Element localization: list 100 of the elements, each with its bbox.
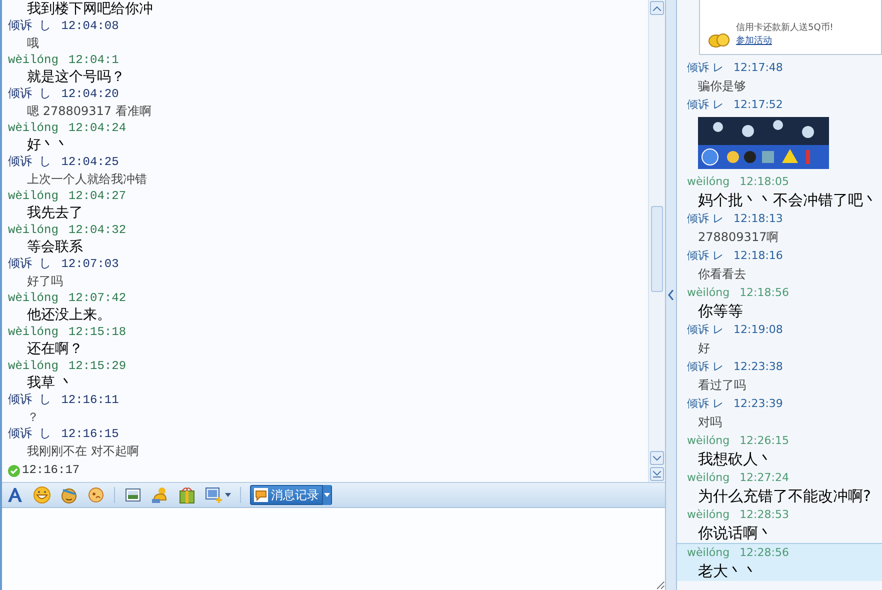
message-time: 12:18:56 (740, 285, 789, 301)
sender-name: 倾诉 し (8, 18, 52, 34)
message-time: 12:04:08 (61, 18, 119, 34)
message-time: 12:07:03 (61, 256, 119, 272)
chat-message[interactable]: 倾诉 レ 12:17:52 (677, 96, 882, 173)
message-text: 妈个批丶丶不会冲错了吧丶 (698, 191, 878, 209)
ad-text: 信用卡还款新人送5Q币! (736, 22, 834, 35)
sender-name: 倾诉 レ (687, 359, 724, 375)
sender-name: 倾诉 レ (687, 97, 724, 113)
sender-name: 倾诉 レ (687, 60, 724, 76)
message-time: 12:23:39 (734, 396, 783, 412)
scroll-down-button[interactable] (650, 451, 664, 465)
sender-name: 倾诉 レ (687, 396, 724, 412)
message-history-button[interactable]: 消息记录 (250, 485, 332, 505)
message-text: 我草 丶 (27, 375, 74, 391)
speech-bubble-icon (254, 488, 268, 502)
sender-name: wèilóng (8, 358, 58, 374)
join-activity-link[interactable]: 参加活动 (736, 35, 834, 48)
sender-name: wèilóng (8, 120, 58, 136)
sender-name: wèilóng (687, 507, 730, 523)
font-icon[interactable] (6, 486, 24, 504)
face-icon[interactable] (87, 486, 105, 504)
picture-icon[interactable] (124, 486, 142, 504)
status-time: 12:16:17 (22, 463, 80, 478)
message-text: 等会联系 (27, 239, 83, 255)
message-text: 老大丶丶 (698, 562, 758, 580)
message-time: 12:04:1 (68, 52, 119, 68)
sender-name: 倾诉 し (8, 86, 52, 102)
chat-message[interactable]: wèilóng 12:28:56 老大丶丶 (677, 543, 882, 581)
message-text: 嗯 278809317 看准啊 (27, 104, 152, 118)
message-text: 他还没上来。 (27, 307, 111, 323)
message-time: 12:18:05 (740, 174, 789, 190)
sender-name: wèilóng (687, 545, 730, 561)
chat-message[interactable]: wèilóng 12:18:56 你等等 (677, 284, 882, 321)
dropdown-icon[interactable] (225, 493, 231, 497)
message-input-field[interactable] (2, 508, 665, 590)
sender-name: wèilóng (8, 188, 58, 204)
chat-message[interactable]: wèilóng 12:27:24 为什么充错了不能改冲啊? (677, 469, 882, 506)
chat-message[interactable]: 倾诉 レ 12:18:16 你看看去 (677, 247, 882, 284)
message-text: 上次一个人就给我冲错 (27, 172, 147, 186)
message-text: 为什么充错了不能改冲啊? (698, 487, 871, 505)
message-text: 就是这个号吗？ (27, 69, 125, 85)
message-time: 12:04:24 (68, 120, 126, 136)
chat-message[interactable]: wèilóng 12:18:05 妈个批丶丶不会冲错了吧丶 (677, 173, 882, 210)
message-time: 12:28:53 (740, 507, 789, 523)
magic-face-icon[interactable] (60, 486, 78, 504)
message-time: 12:16:15 (61, 426, 119, 442)
message-time: 12:15:29 (68, 358, 126, 374)
message-time: 12:26:15 (740, 433, 789, 449)
chevron-down-icon (653, 456, 661, 460)
sender-name: wèilóng (8, 52, 58, 68)
chat-message[interactable]: wèilóng 12:28:53 你说话啊丶 (677, 506, 882, 543)
message-text: 好丶丶 (27, 137, 69, 153)
chat-message[interactable]: 倾诉 レ 12:18:13 278809317啊 (677, 210, 882, 247)
scroll-to-bottom-icon (653, 470, 661, 478)
message-time: 12:04:25 (61, 154, 119, 170)
screen-capture-icon[interactable] (205, 486, 223, 504)
message-time: 12:28:56 (740, 545, 789, 561)
chat-message[interactable]: wèilóng 12:26:15 我想砍人丶 (677, 432, 882, 469)
chat-message[interactable]: 倾诉 レ 12:23:39 对吗 (677, 395, 882, 432)
sender-name: wèilóng (8, 324, 58, 340)
message-text: 骗你是够 (698, 79, 746, 93)
sender-name: wèilóng (687, 470, 730, 486)
message-time: 12:16:11 (61, 392, 119, 408)
sender-name: 倾诉 レ (687, 248, 724, 264)
smiley-icon[interactable] (33, 486, 51, 504)
sender-name: 倾诉 し (8, 154, 52, 170)
message-time: 12:07:42 (68, 290, 126, 306)
chevron-up-icon (653, 6, 661, 10)
sender-name: wèilóng (687, 433, 730, 449)
chat-message[interactable]: 倾诉 レ 12:19:08 好 (677, 321, 882, 358)
message-time: 12:27:24 (740, 470, 789, 486)
gift-icon[interactable] (178, 486, 196, 504)
message-text: 哦 (27, 36, 39, 50)
message-time: 12:18:13 (734, 211, 783, 227)
scrollbar-thumb[interactable] (651, 206, 663, 292)
message-text: 好 (698, 341, 710, 355)
message-time: 12:04:32 (68, 222, 126, 238)
message-time: 12:19:08 (734, 322, 783, 338)
scroll-bottom-button[interactable] (650, 467, 664, 481)
message-text: 你等等 (698, 302, 743, 320)
sender-name: wèilóng (687, 174, 730, 190)
message-text: 我到楼下网吧给你冲 (27, 1, 153, 17)
scroll-up-button[interactable] (650, 1, 664, 15)
sender-name: 倾诉 し (8, 392, 52, 408)
message-time: 12:17:52 (734, 97, 783, 113)
message-time: 12:04:20 (61, 86, 119, 102)
message-text: 还在啊？ (27, 341, 83, 357)
message-time: 12:18:16 (734, 248, 783, 264)
sender-name: wèilóng (8, 222, 58, 238)
chat-message[interactable]: 倾诉 レ 12:17:48 骗你是够 (677, 59, 882, 96)
message-text: ？ (27, 410, 39, 424)
chat-message[interactable]: 倾诉 レ 12:23:38 看过了吗 (677, 358, 882, 395)
message-text: 我刚刚不在 对不起啊 (27, 444, 139, 458)
coins-icon (708, 32, 730, 48)
sender-name: wèilóng (687, 285, 730, 301)
message-time: 12:23:38 (734, 359, 783, 375)
message-text: 对吗 (698, 415, 722, 429)
sender-name: 倾诉 レ (687, 211, 724, 227)
message-text: 278809317啊 (698, 230, 779, 244)
